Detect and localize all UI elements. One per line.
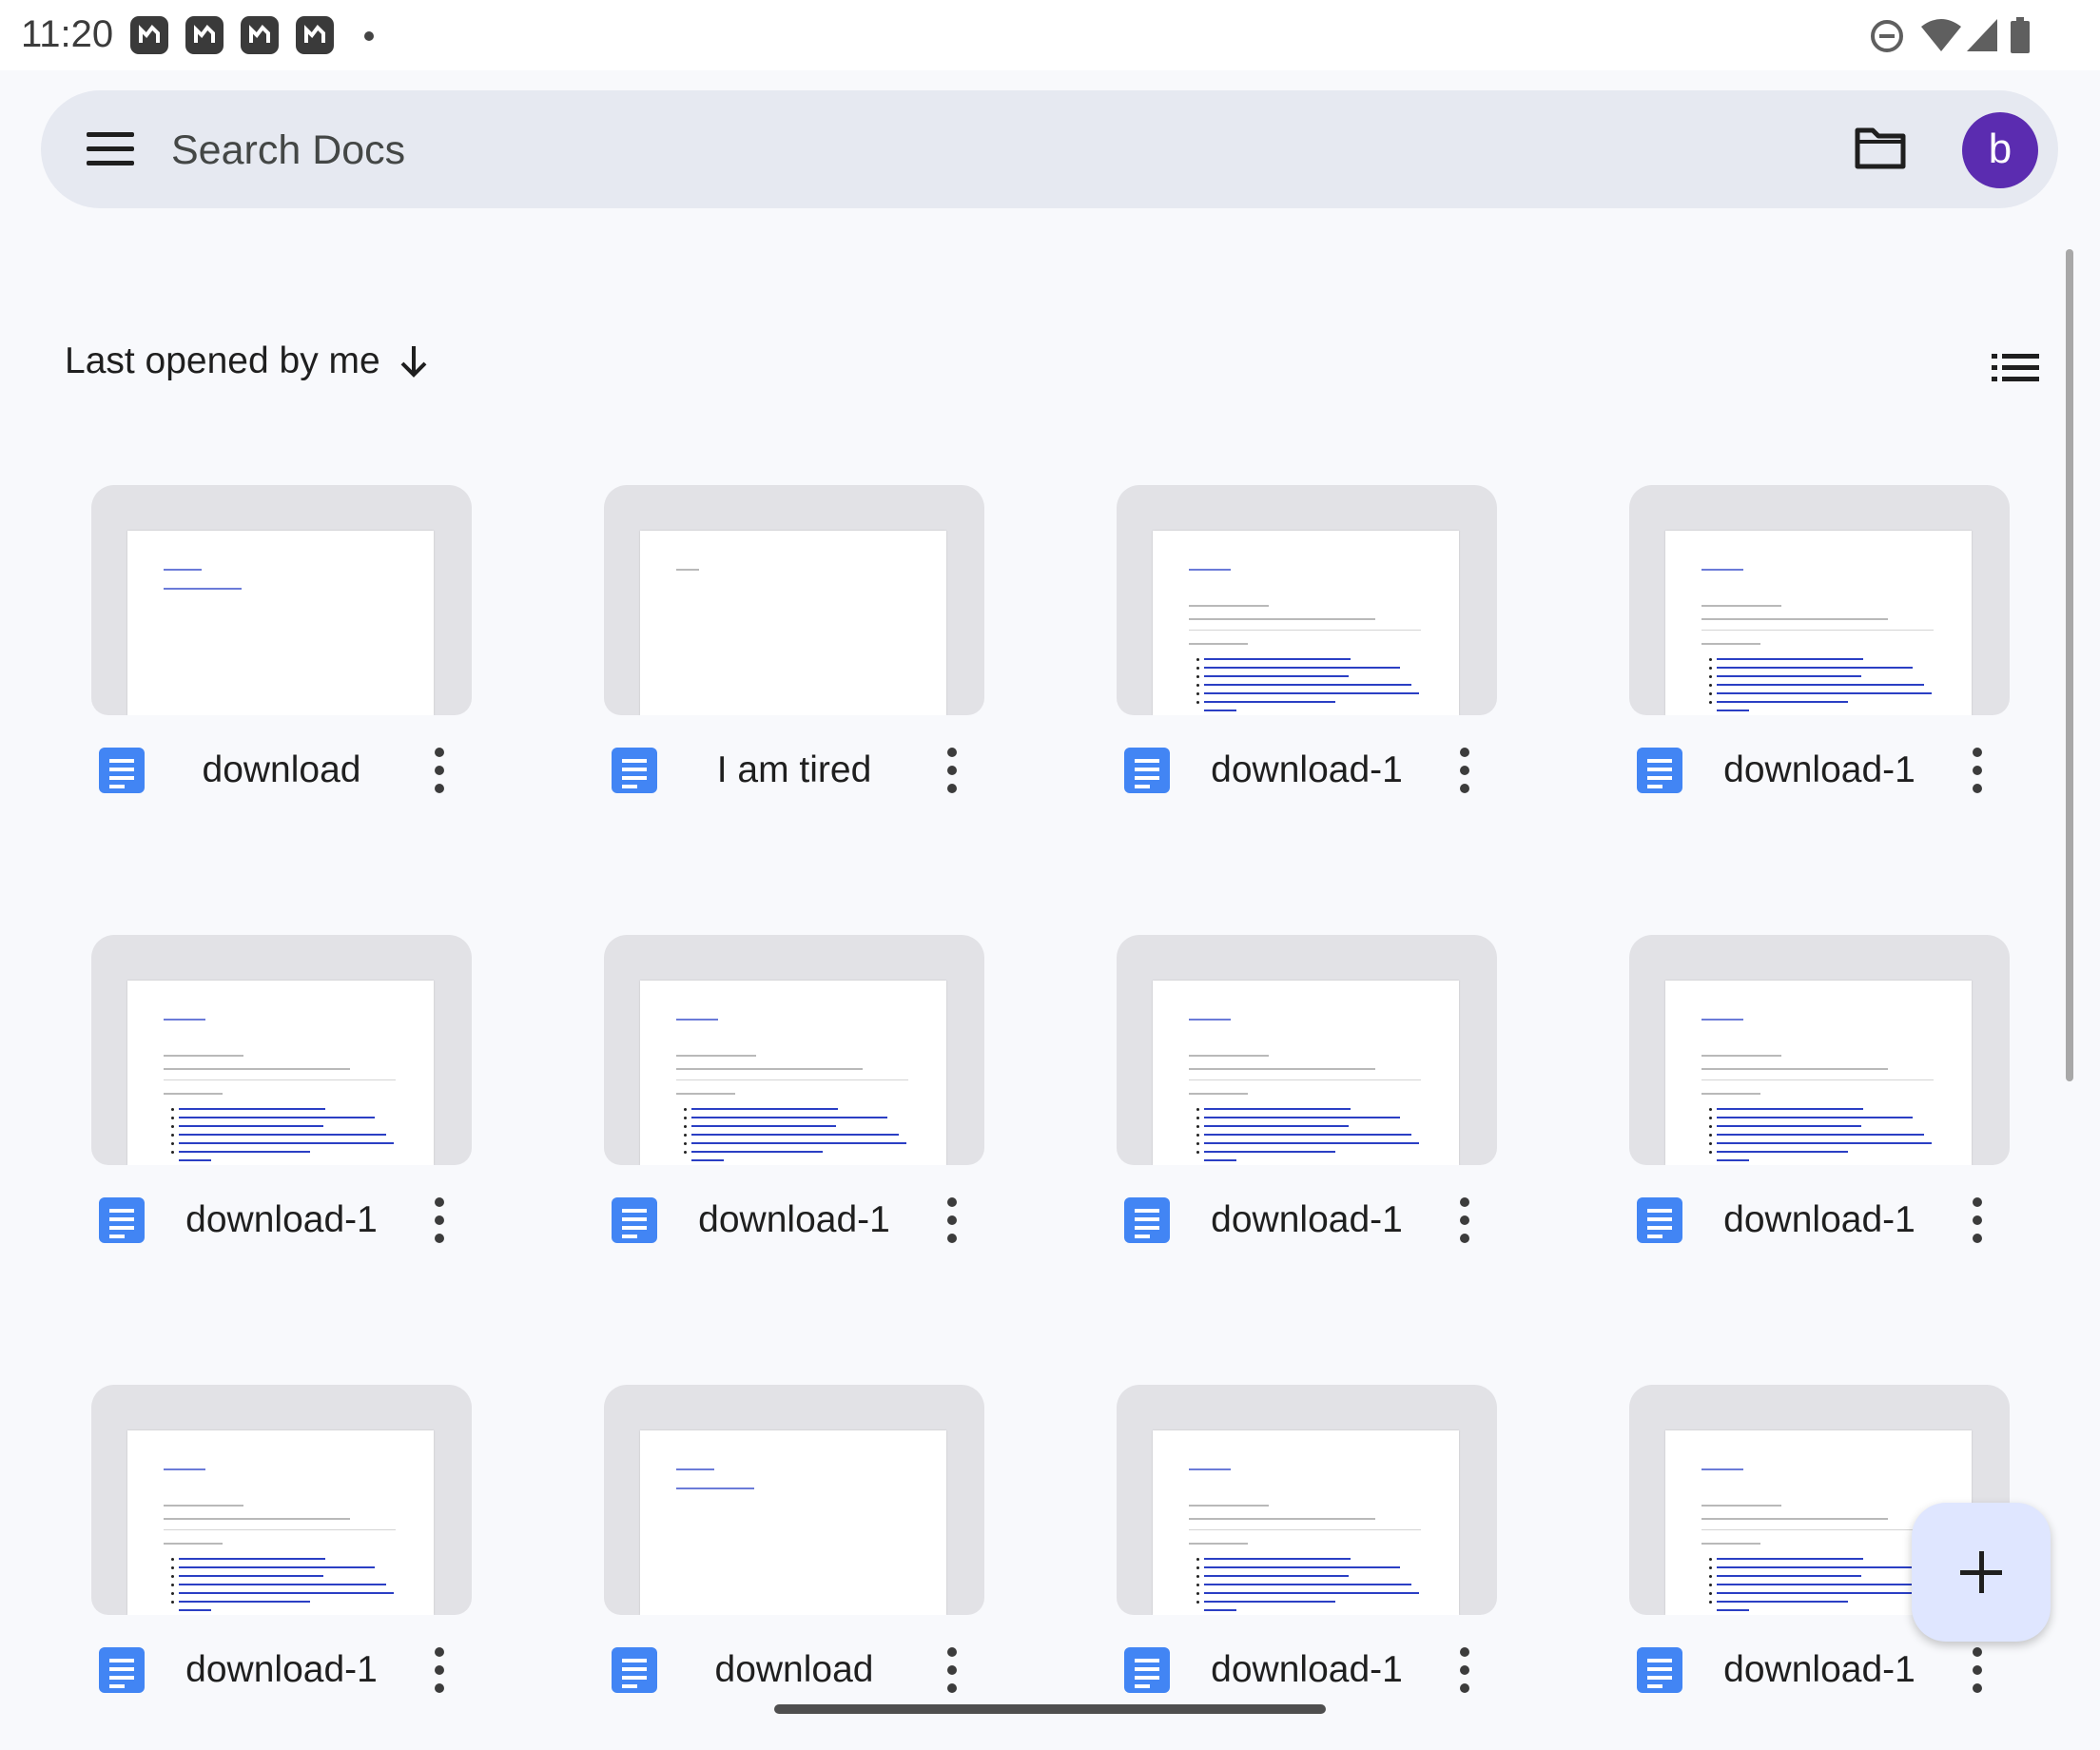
document-thumbnail[interactable] — [604, 935, 984, 1165]
document-title[interactable]: download-1 — [1696, 1192, 1943, 1249]
search-bar[interactable]: b — [41, 90, 2058, 208]
document-preview — [640, 981, 946, 1165]
document-title[interactable]: download-1 — [1183, 1192, 1430, 1249]
google-docs-icon — [612, 748, 657, 793]
more-options-icon[interactable] — [1972, 1197, 1983, 1243]
document-card[interactable]: download-1 — [1629, 485, 2010, 793]
document-card[interactable]: download-1 — [604, 935, 984, 1243]
document-card[interactable]: download — [604, 1385, 984, 1693]
document-title[interactable]: download-1 — [158, 1642, 405, 1699]
more-options-icon[interactable] — [1972, 1647, 1983, 1693]
document-preview — [1665, 531, 1972, 715]
google-docs-icon — [1637, 748, 1682, 793]
avatar[interactable]: b — [1962, 112, 2038, 188]
document-preview — [1153, 531, 1459, 715]
more-options-icon[interactable] — [1459, 1197, 1470, 1243]
document-preview — [640, 531, 946, 715]
document-title[interactable]: download — [158, 742, 405, 799]
document-thumbnail[interactable] — [1629, 485, 2010, 715]
app-notification-icon — [185, 16, 224, 54]
document-title[interactable]: download-1 — [1696, 1642, 1943, 1699]
google-docs-icon — [612, 1647, 657, 1693]
google-docs-icon — [99, 748, 145, 793]
google-docs-icon — [1637, 1197, 1682, 1243]
document-thumbnail[interactable] — [604, 1385, 984, 1615]
google-docs-icon — [1124, 748, 1170, 793]
document-thumbnail[interactable] — [1117, 485, 1497, 715]
document-thumbnail[interactable] — [1117, 1385, 1497, 1615]
document-title[interactable]: download-1 — [1183, 742, 1430, 799]
more-options-icon[interactable] — [1459, 748, 1470, 793]
more-options-icon[interactable] — [1972, 748, 1983, 793]
wifi-icon — [1921, 19, 1961, 51]
more-options-icon[interactable] — [946, 1197, 958, 1243]
status-bar: 11:20 — [0, 0, 2100, 70]
app-notification-icon — [241, 16, 279, 54]
document-card[interactable]: download-1 — [91, 1385, 472, 1693]
document-preview — [1665, 981, 1972, 1165]
document-thumbnail[interactable] — [91, 485, 472, 715]
sort-label: Last opened by me — [65, 340, 380, 381]
document-title[interactable]: download — [671, 1642, 918, 1699]
document-card[interactable]: download-1 — [1629, 935, 2010, 1243]
document-card[interactable]: download-1 — [91, 935, 472, 1243]
google-docs-icon — [1124, 1197, 1170, 1243]
more-options-icon[interactable] — [946, 748, 958, 793]
new-document-button[interactable] — [1912, 1503, 2051, 1642]
document-thumbnail[interactable] — [1629, 935, 2010, 1165]
home-indicator — [774, 1704, 1326, 1714]
google-docs-icon — [99, 1197, 145, 1243]
document-title[interactable]: download-1 — [671, 1192, 918, 1249]
document-card[interactable]: download-1 — [1117, 1385, 1497, 1693]
list-view-icon[interactable] — [1992, 352, 2039, 384]
google-docs-icon — [612, 1197, 657, 1243]
status-time: 11:20 — [21, 13, 114, 55]
document-card[interactable]: download-1 — [1117, 485, 1497, 793]
more-options-icon[interactable] — [434, 748, 445, 793]
google-docs-icon — [1124, 1647, 1170, 1693]
more-options-icon[interactable] — [946, 1647, 958, 1693]
document-card[interactable]: download-1 — [1117, 935, 1497, 1243]
document-card[interactable]: download — [91, 485, 472, 793]
app-notification-icon — [130, 16, 168, 54]
folder-icon[interactable] — [1854, 123, 1907, 172]
cellular-signal-icon — [1967, 19, 1997, 51]
hamburger-menu-icon[interactable] — [87, 132, 134, 166]
do-not-disturb-icon — [1871, 20, 1903, 52]
google-docs-icon — [1637, 1647, 1682, 1693]
app-notification-icon — [296, 16, 334, 54]
more-options-icon[interactable] — [1459, 1647, 1470, 1693]
more-notifications-dot — [364, 31, 374, 41]
document-title[interactable]: download-1 — [1183, 1642, 1430, 1699]
document-preview — [127, 981, 434, 1165]
more-options-icon[interactable] — [434, 1647, 445, 1693]
document-thumbnail[interactable] — [604, 485, 984, 715]
document-thumbnail[interactable] — [1117, 935, 1497, 1165]
document-preview — [127, 1430, 434, 1615]
battery-icon — [2011, 17, 2030, 53]
document-title[interactable]: I am tired — [671, 742, 918, 799]
search-input[interactable] — [169, 119, 1314, 182]
document-preview — [640, 1430, 946, 1615]
document-preview — [127, 531, 434, 715]
document-preview — [1153, 981, 1459, 1165]
document-thumbnail[interactable] — [91, 935, 472, 1165]
sort-selector[interactable]: Last opened by me — [65, 340, 430, 394]
document-title[interactable]: download-1 — [158, 1192, 405, 1249]
arrow-down-icon[interactable] — [398, 343, 430, 379]
more-options-icon[interactable] — [434, 1197, 445, 1243]
document-preview — [1153, 1430, 1459, 1615]
scrollbar[interactable] — [2066, 249, 2073, 1081]
document-title[interactable]: download-1 — [1696, 742, 1943, 799]
google-docs-icon — [99, 1647, 145, 1693]
document-thumbnail[interactable] — [91, 1385, 472, 1615]
document-card[interactable]: I am tired — [604, 485, 984, 793]
